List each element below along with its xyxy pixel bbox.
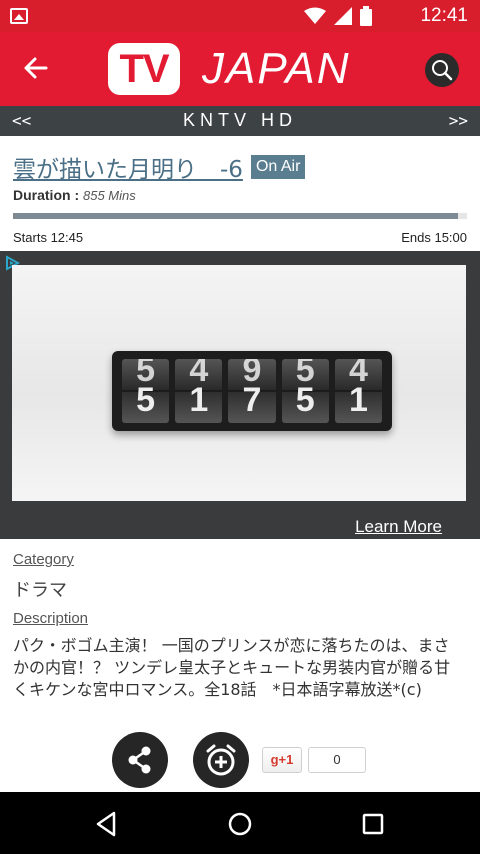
end-time: Ends 15:00 (401, 230, 467, 245)
counter-digit: 97 (228, 359, 276, 423)
channel-name: KNTV HD (182, 110, 297, 130)
nav-home-icon[interactable] (223, 807, 257, 841)
app-bar: TV JAPAN (0, 32, 480, 106)
wifi-icon (304, 7, 326, 24)
logo-text: JAPAN (202, 44, 351, 93)
status-bar: 12:41 (0, 0, 480, 32)
counter-digit-bottom: 5 (136, 381, 156, 419)
category-label: Category (13, 551, 74, 568)
arrow-left-icon (24, 57, 48, 79)
alarm-button[interactable] (193, 732, 249, 788)
counter-digit-bottom: 7 (242, 381, 262, 419)
share-icon (128, 746, 151, 774)
ad-counter-image: 55 41 97 55 41 (112, 351, 392, 431)
counter-digit: 55 (281, 359, 329, 423)
clock: 12:41 (420, 5, 468, 26)
nav-recents-icon[interactable] (356, 807, 390, 841)
counter-digit: 41 (175, 359, 223, 423)
on-air-badge: On Air (250, 155, 306, 179)
app-logo: TV JAPAN (108, 42, 351, 96)
description-label: Description (13, 610, 89, 627)
program-title[interactable]: 雲が描いた月明り -6 (13, 150, 243, 184)
duration-value: 855 Mins (83, 188, 136, 203)
google-plus-count: 0 (308, 747, 366, 773)
next-channel-button[interactable]: >> (449, 111, 468, 130)
alarm-add-icon (206, 744, 236, 776)
channel-bar: << KNTV HD >> (0, 106, 480, 136)
duration-label: Duration : (13, 187, 80, 203)
signal-icon (334, 7, 352, 25)
back-button[interactable] (22, 54, 52, 84)
google-plus-button[interactable]: g+1 (262, 747, 302, 773)
ad-banner[interactable]: 55 41 97 55 41 Learn More (0, 251, 480, 539)
ad-image[interactable]: 55 41 97 55 41 (12, 265, 466, 501)
status-icons (304, 6, 372, 26)
program-duration: Duration : 855 Mins (13, 187, 136, 203)
counter-digit-bottom: 1 (189, 381, 209, 419)
share-button[interactable] (112, 732, 168, 788)
learn-more-link[interactable]: Learn More (355, 517, 442, 537)
battery-icon (360, 6, 372, 26)
program-info: 雲が描いた月明り -6 On Air Duration : 855 Mins S… (0, 136, 480, 251)
counter-digit: 55 (122, 359, 170, 423)
start-time: Starts 12:45 (13, 230, 84, 245)
search-icon (432, 60, 453, 81)
android-nav-bar (0, 792, 480, 854)
nav-back-icon[interactable] (90, 807, 124, 841)
gallery-notification-icon (10, 8, 28, 24)
program-title-row: 雲が描いた月明り -6 On Air (13, 150, 306, 184)
counter-digit-bottom: 1 (348, 381, 368, 419)
logo-tv: TV (108, 43, 180, 95)
program-progress-bar (13, 213, 467, 219)
progress-fill (13, 213, 458, 219)
counter-digit-bottom: 5 (295, 381, 315, 419)
counter-digit: 41 (334, 359, 383, 423)
category-value: ドラマ (13, 580, 67, 601)
action-row: g+1 0 (0, 732, 480, 788)
search-button[interactable] (425, 53, 459, 87)
description-text: パク・ボゴム主演！ 一国のプリンスが恋に落ちたのは、まさかの内官！？ ツンデレ皇… (13, 636, 451, 699)
